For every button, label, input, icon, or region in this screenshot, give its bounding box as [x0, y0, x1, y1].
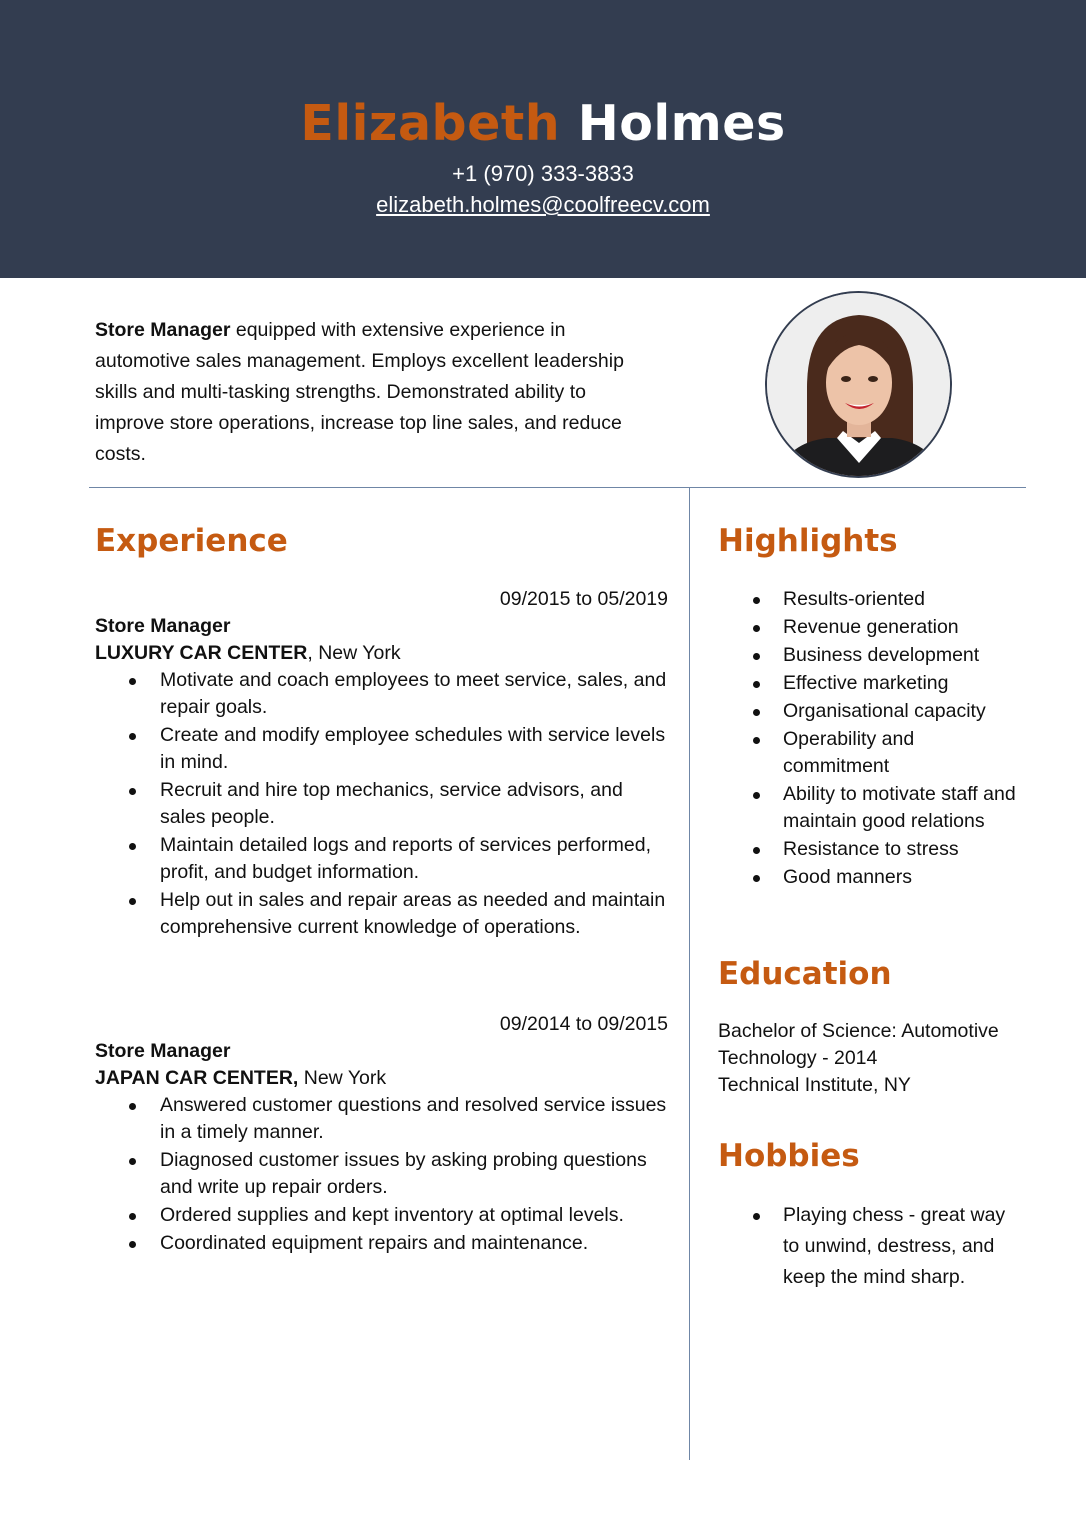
list-item: Answered customer questions and resolved… [129, 1092, 668, 1146]
job-company-line: JAPAN CAR CENTER, New York [95, 1065, 668, 1092]
education-degree: Bachelor of Science: Automotive Technolo… [718, 1020, 999, 1069]
vertical-divider [689, 488, 690, 1460]
job-location: New York [298, 1067, 387, 1089]
list-item: Resistance to stress [753, 836, 1023, 863]
job-company: JAPAN CAR CENTER, [95, 1067, 299, 1089]
list-item: Playing chess - great way to unwind, des… [753, 1200, 1023, 1293]
last-name: Holmes [577, 95, 786, 152]
job-title: Store Manager [95, 1040, 231, 1062]
list-item: Ability to motivate staff and maintain g… [753, 781, 1023, 835]
list-item: Results-oriented [753, 586, 1023, 613]
email-link[interactable]: elizabeth.holmes@coolfreecv.com [0, 191, 1086, 219]
education-heading: Education [718, 956, 892, 992]
job-dates: 09/2014 to 09/2015 [499, 1013, 668, 1035]
job-entry: 09/2015 to 05/2019 Store Manager LUXURY … [95, 585, 668, 942]
experience-heading: Experience [95, 523, 288, 559]
candidate-name: Elizabeth Holmes [0, 95, 1086, 153]
list-item: Motivate and coach employees to meet ser… [129, 667, 668, 721]
education-entry: Bachelor of Science: Automotive Technolo… [718, 1018, 1038, 1099]
list-item: Effective marketing [753, 670, 1023, 697]
job-entry: 09/2014 to 09/2015 Store Manager JAPAN C… [95, 1010, 668, 1258]
list-item: Organisational capacity [753, 698, 1023, 725]
list-item: Diagnosed customer issues by asking prob… [129, 1147, 668, 1201]
job-dates: 09/2015 to 05/2019 [499, 588, 668, 610]
list-item: Operability and commitment [753, 726, 1023, 780]
list-item: Recruit and hire top mechanics, service … [129, 777, 668, 831]
highlights-heading: Highlights [718, 523, 898, 559]
phone-number: +1 (970) 333-3833 [452, 161, 634, 186]
list-item: Revenue generation [753, 614, 1023, 641]
header-banner: Elizabeth Holmes +1 (970) 333-3833 eliza… [0, 0, 1086, 278]
portrait-image [767, 293, 950, 476]
horizontal-divider [89, 487, 1026, 488]
job-company: LUXURY CAR CENTER [95, 642, 308, 664]
job-duties-list: Answered customer questions and resolved… [129, 1092, 668, 1257]
summary-role: Store Manager [95, 319, 231, 341]
education-school: Technical Institute, NY [718, 1074, 911, 1096]
profile-photo [765, 291, 952, 478]
list-item: Ordered supplies and kept inventory at o… [129, 1202, 668, 1229]
highlights-list: Results-oriented Revenue generation Busi… [753, 586, 1023, 892]
hobbies-list: Playing chess - great way to unwind, des… [753, 1200, 1023, 1293]
first-name: Elizabeth [300, 95, 561, 152]
list-item: Business development [753, 642, 1023, 669]
list-item: Help out in sales and repair areas as ne… [129, 887, 668, 941]
hobbies-heading: Hobbies [718, 1138, 860, 1174]
list-item: Maintain detailed logs and reports of se… [129, 832, 668, 886]
job-title: Store Manager [95, 615, 231, 637]
job-location: , New York [307, 642, 401, 664]
list-item: Create and modify employee schedules wit… [129, 722, 668, 776]
profile-summary: Store Manager equipped with extensive ex… [95, 315, 655, 470]
job-company-line: LUXURY CAR CENTER, New York [95, 640, 668, 667]
job-duties-list: Motivate and coach employees to meet ser… [129, 667, 668, 941]
list-item: Good manners [753, 864, 1023, 891]
list-item: Coordinated equipment repairs and mainte… [129, 1230, 668, 1257]
